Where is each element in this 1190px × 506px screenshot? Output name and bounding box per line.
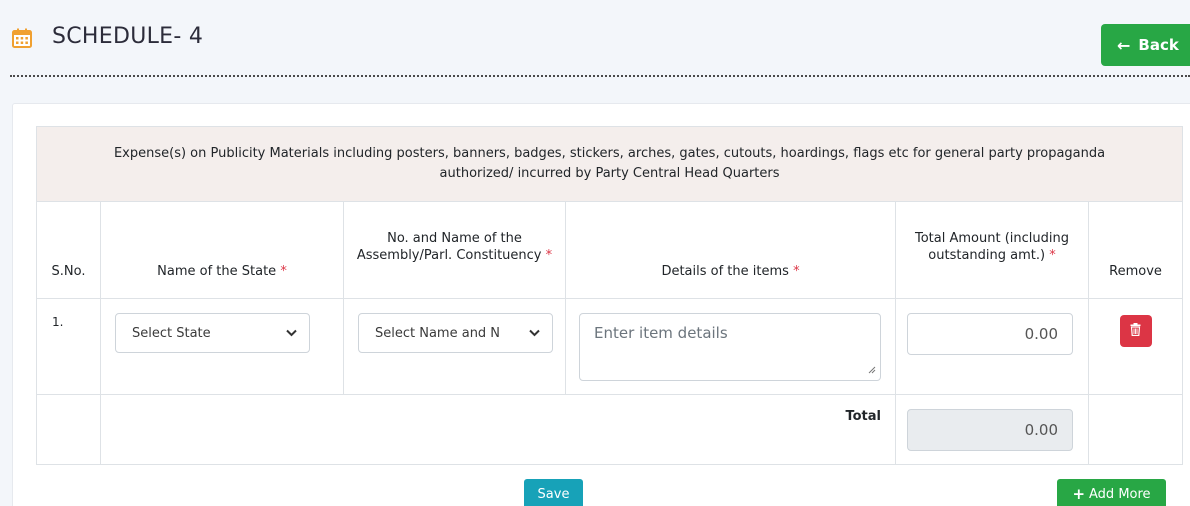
item-details-placeholder: Enter item details	[594, 324, 728, 342]
back-button-label: Back	[1138, 36, 1179, 54]
chevron-down-icon	[286, 326, 297, 340]
total-row: Total 0.00	[36, 394, 1184, 465]
schedule-table: Expense(s) on Publicity Materials includ…	[35, 126, 1184, 465]
constituency-select[interactable]: Select Name and N	[358, 313, 553, 353]
calendar-icon	[12, 28, 32, 48]
state-select[interactable]: Select State	[115, 313, 310, 353]
add-more-button[interactable]: + Add More	[1057, 479, 1166, 506]
resize-grip-icon[interactable]	[867, 365, 876, 377]
total-amount-cell: 0.00	[895, 394, 1089, 465]
remove-row-button[interactable]	[1119, 315, 1152, 347]
page-header: SCHEDULE- 4 ← Back	[0, 0, 1190, 80]
remove-cell	[1087, 298, 1184, 395]
column-header-amount: Total Amount (including outstanding amt.…	[895, 201, 1089, 299]
plus-icon: +	[1072, 485, 1086, 503]
page-title: SCHEDULE- 4	[52, 24, 204, 49]
header-divider	[10, 75, 1190, 77]
state-cell: Select State	[100, 298, 344, 395]
constituency-select-value: Select Name and N	[375, 325, 501, 341]
save-button[interactable]: Save	[524, 479, 583, 506]
total-row-empty-cell	[36, 394, 101, 465]
column-header-constituency: No. and Name of the Assembly/Parl. Const…	[343, 201, 566, 299]
table-header-row: S.No. Name of the State * No. and Name o…	[36, 201, 1184, 299]
table-caption-row: Expense(s) on Publicity Materials includ…	[35, 126, 1184, 202]
add-more-label: Add More	[1089, 486, 1151, 502]
required-marker: *	[1049, 248, 1056, 263]
details-cell: Enter item details	[565, 298, 896, 395]
back-button[interactable]: ← Back	[1101, 24, 1190, 66]
column-header-state: Name of the State *	[100, 201, 344, 299]
table-row: 1. Select State Select Name and N Enter …	[36, 298, 1184, 395]
required-marker: *	[793, 264, 800, 279]
total-row-empty-cell	[1087, 394, 1184, 465]
trash-icon	[1130, 322, 1141, 340]
column-header-details: Details of the items *	[565, 201, 896, 299]
column-header-remove: Remove	[1087, 201, 1184, 299]
item-details-textarea[interactable]: Enter item details	[579, 313, 881, 381]
chevron-down-icon	[529, 326, 540, 340]
required-marker: *	[545, 248, 553, 263]
arrow-left-icon: ←	[1117, 35, 1131, 55]
table-caption: Expense(s) on Publicity Materials includ…	[35, 126, 1184, 202]
state-select-value: Select State	[132, 325, 211, 341]
total-amount-field: 0.00	[907, 409, 1073, 451]
constituency-cell: Select Name and N	[343, 298, 566, 395]
required-marker: *	[280, 264, 287, 279]
row-sno: 1.	[36, 298, 101, 395]
column-header-sno: S.No.	[36, 201, 101, 299]
total-label: Total	[100, 394, 896, 465]
amount-input[interactable]: 0.00	[907, 313, 1073, 355]
amount-cell: 0.00	[895, 298, 1089, 395]
